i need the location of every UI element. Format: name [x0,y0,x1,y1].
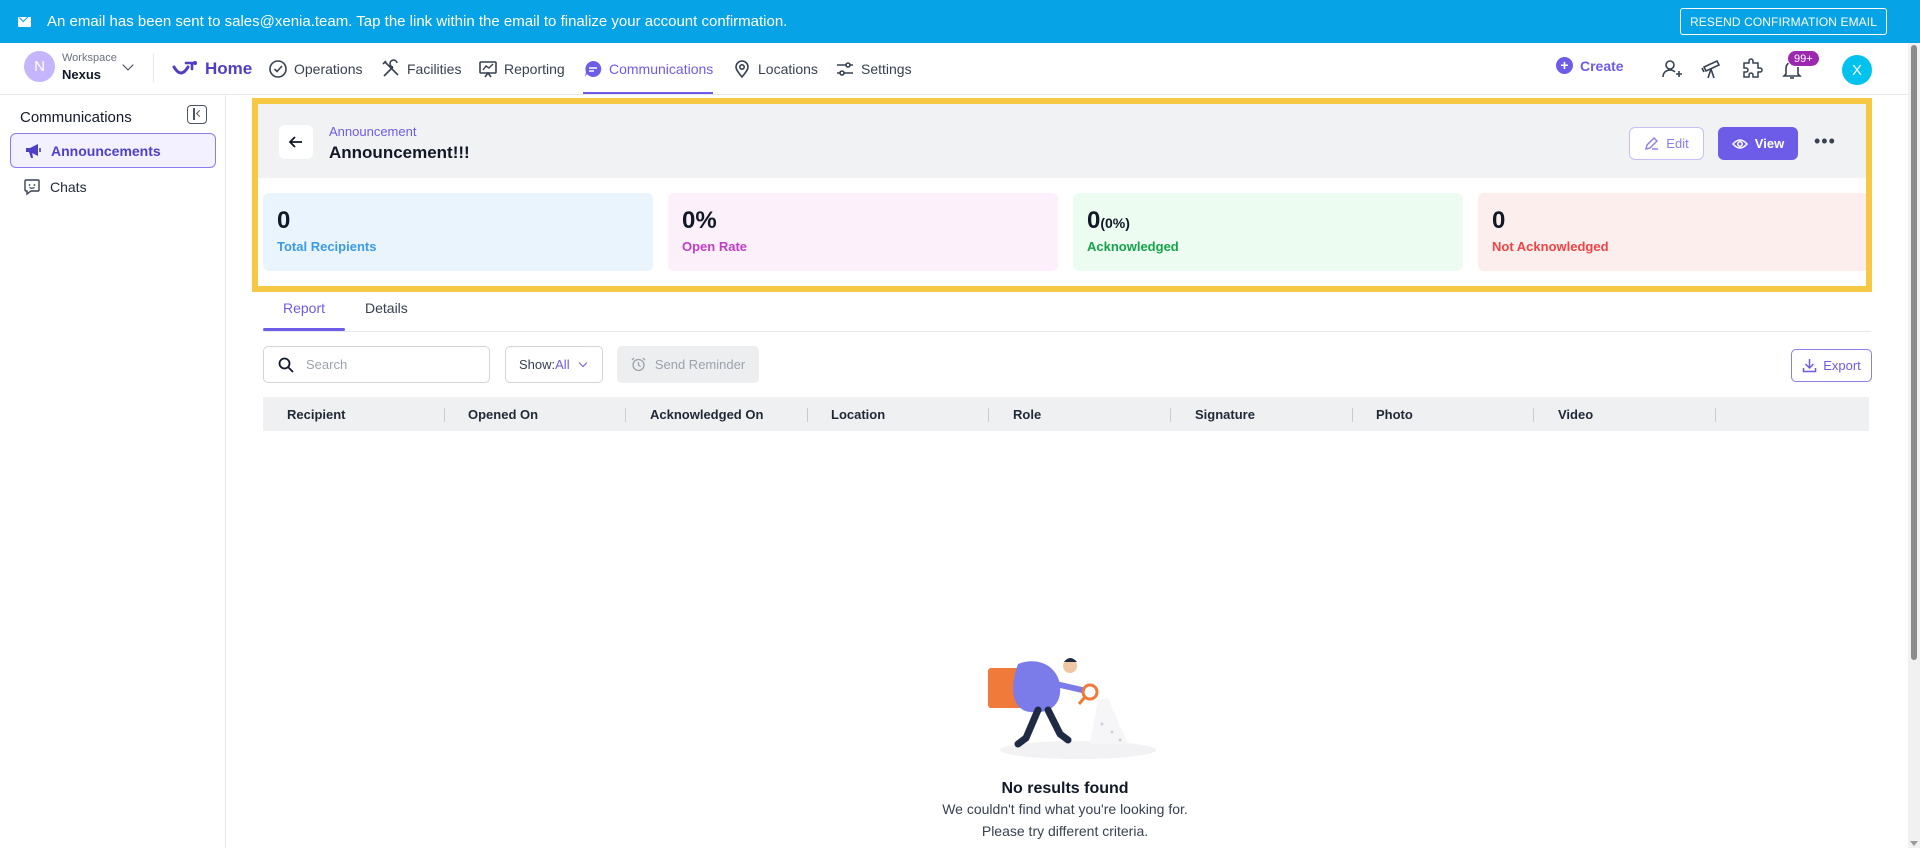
column-header-photo[interactable]: Photo [1376,407,1413,422]
workspace-name[interactable]: Nexus [62,67,101,82]
nav-locations-label: Locations [758,61,818,77]
show-value: All [555,357,570,372]
sidebar-title: Communications [20,109,132,126]
column-divider [444,408,445,422]
column-header-signature[interactable]: Signature [1195,407,1255,422]
chat-icon [24,178,40,195]
empty-state-message: We couldn't find what you're looking for… [942,801,1188,817]
show-label: Show: [519,357,556,372]
nav-settings[interactable]: Settings [835,57,912,81]
resend-confirmation-button[interactable]: RESEND CONFIRMATION EMAIL [1680,8,1887,35]
column-divider [1352,408,1353,422]
column-header-location[interactable]: Location [831,407,885,422]
sidebar-item-label: Chats [50,178,87,195]
map-pin-icon [735,60,749,79]
column-divider [1170,408,1171,422]
search-input[interactable] [306,357,466,372]
highlight-frame [252,98,1872,292]
notifications-badge: 99+ [1787,50,1820,67]
create-button[interactable]: + Create [1556,57,1624,74]
create-label: Create [1580,57,1624,74]
column-header-recipient[interactable]: Recipient [287,407,346,422]
collapse-sidebar-icon[interactable] [187,105,207,124]
sidebar-item-announcements[interactable]: Announcements [10,133,216,168]
nav-operations[interactable]: Operations [268,57,362,81]
chat-bubble-icon [585,60,602,77]
sidebar-item-chats[interactable]: Chats [10,169,216,204]
column-divider [1715,408,1716,422]
export-button[interactable]: Export [1791,349,1872,382]
page-scrollbar[interactable] [1908,43,1920,848]
nav-locations[interactable]: Locations [732,57,818,81]
sliders-icon [837,62,853,76]
scrollbar-thumb[interactable] [1911,45,1917,660]
alarm-clock-icon [631,357,646,372]
tab-active-indicator [263,328,345,331]
nav-facilities[interactable]: Facilities [381,57,461,81]
nav-reporting[interactable]: Reporting [478,57,565,81]
column-divider [988,408,989,422]
nav-reporting-label: Reporting [504,61,565,77]
search-box[interactable] [263,346,490,383]
workspace-label: Workspace [62,52,117,64]
user-avatar[interactable]: X [1842,55,1872,85]
megaphone-icon [26,143,41,158]
show-filter-select[interactable]: Show: All [505,346,603,383]
nav-communications-label: Communications [609,61,714,77]
nav-communications[interactable]: Communications [583,57,713,81]
mail-icon [18,16,31,27]
add-user-icon[interactable] [1660,57,1684,81]
search-icon [278,357,294,373]
column-header-video[interactable]: Video [1558,407,1593,422]
sidebar: Communications Announcements Chats [0,95,226,848]
tab-bar: Report Details [263,293,1871,332]
plus-icon: + [1556,57,1573,74]
nav-settings-label: Settings [861,61,912,77]
export-label: Export [1823,358,1861,373]
tools-icon [382,59,399,77]
tab-report[interactable]: Report [283,300,325,316]
scroll-down-arrow-icon[interactable] [1910,841,1918,846]
nav-facilities-label: Facilities [407,61,462,77]
home-logo-icon [172,61,197,75]
telescope-icon[interactable] [1700,57,1724,81]
empty-search-illustration [988,658,1156,759]
sidebar-item-label: Announcements [51,142,161,159]
column-header-opened-on[interactable]: Opened On [468,407,538,422]
nav-home-label: Home [205,59,253,78]
puzzle-icon[interactable] [1740,57,1764,81]
tab-details[interactable]: Details [365,300,408,316]
send-reminder-label: Send Reminder [654,357,746,372]
presentation-chart-icon [479,61,497,78]
chevron-down-icon[interactable] [122,59,134,71]
top-nav: N Workspace Nexus Home Operations Facili… [0,43,1908,95]
column-header-role[interactable]: Role [1013,407,1041,422]
column-header-acknowledged-on[interactable]: Acknowledged On [650,407,763,422]
chevron-down-icon [578,358,587,368]
nav-operations-label: Operations [294,61,363,77]
empty-state-title: No results found [1001,780,1129,797]
download-icon [1802,359,1817,373]
table-header: Recipient Opened On Acknowledged On Loca… [263,397,1869,431]
nav-divider [153,54,154,82]
column-divider [625,408,626,422]
send-reminder-button[interactable]: Send Reminder [617,346,759,383]
confirmation-banner: An email has been sent to sales@xenia.te… [0,0,1920,43]
banner-message: An email has been sent to sales@xenia.te… [47,13,788,30]
check-circle-icon [269,60,287,78]
column-divider [807,408,808,422]
column-divider [1533,408,1534,422]
nav-active-indicator [583,92,713,94]
workspace-avatar[interactable]: N [24,51,55,82]
nav-home[interactable]: Home [171,57,252,81]
empty-state-hint: Please try different criteria. [981,823,1149,839]
